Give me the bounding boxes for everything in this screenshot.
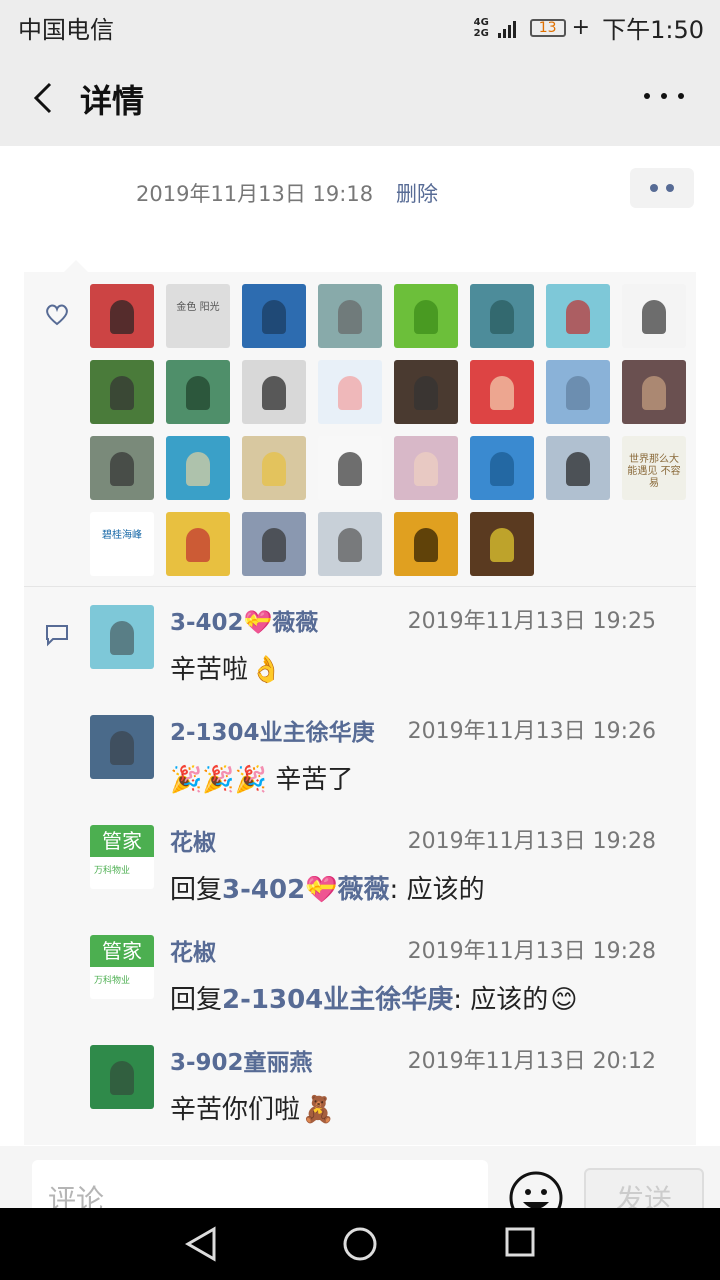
liker-avatars: 金色 阳光世界那么大 能遇见 不容易碧桂海峰 xyxy=(90,284,690,576)
delete-link[interactable]: 删除 xyxy=(396,178,438,208)
comment-body: 应该的 xyxy=(406,875,485,905)
nav-home-icon[interactable] xyxy=(342,1226,378,1262)
liker-avatar[interactable] xyxy=(242,284,306,348)
post-timestamp: 2019年11月13日 19:18 xyxy=(136,182,374,206)
post-detail: 2019年11月13日 19:18 删除 金色 阳光世界那么大 能遇见 不容易碧… xyxy=(0,146,720,1146)
liker-avatar[interactable] xyxy=(90,436,154,500)
comment-item[interactable]: 管家 万科物业 花椒 2019年11月13日 19:28 回复3-402💝薇薇: 应该的 xyxy=(90,807,690,907)
reply-separator: : xyxy=(453,985,471,1015)
comment-body: 🎉🎉🎉 辛苦了 xyxy=(170,765,354,795)
reply-to-name[interactable]: 3-402💝薇薇 xyxy=(222,875,390,905)
comment-input-bar: 评论 发送 xyxy=(0,1146,720,1208)
liker-avatar[interactable] xyxy=(546,284,610,348)
liker-avatar[interactable] xyxy=(242,512,306,576)
liker-avatar[interactable] xyxy=(546,436,610,500)
liker-avatar[interactable]: 金色 阳光 xyxy=(166,284,230,348)
commenter-name[interactable]: 花椒 xyxy=(170,933,216,967)
heart-icon xyxy=(46,304,68,326)
liker-avatar[interactable] xyxy=(318,436,382,500)
signal-icon xyxy=(497,18,516,38)
commenter-name[interactable]: 3-402💝薇薇 xyxy=(170,603,318,637)
commenter-name[interactable]: 3-902童丽燕 xyxy=(170,1043,313,1077)
charging-icon: + xyxy=(571,15,591,40)
commenter-avatar[interactable]: 管家 万科物业 xyxy=(90,825,154,889)
liker-avatar[interactable] xyxy=(166,436,230,500)
liker-avatar[interactable] xyxy=(166,360,230,424)
reply-separator: : xyxy=(389,875,407,905)
comment-item[interactable]: 2-1304业主徐华庚 2019年11月13日 19:26 🎉🎉🎉 辛苦了 xyxy=(90,697,690,797)
nav-recents-icon[interactable] xyxy=(504,1226,536,1258)
nav-back-icon[interactable] xyxy=(184,1226,218,1262)
liker-avatar[interactable] xyxy=(318,360,382,424)
comment-icon xyxy=(46,625,68,647)
system-navigation-bar xyxy=(0,1208,720,1280)
liker-avatar[interactable] xyxy=(90,360,154,424)
emoji-icon[interactable] xyxy=(508,1170,564,1208)
comments-panel: 3-402💝薇薇 2019年11月13日 19:25 辛苦啦👌 2-1304业主徐华庚… xyxy=(24,586,696,1145)
comment-text: 回复2-1304业主徐华庚: 应该的😊 xyxy=(170,979,577,1016)
send-button[interactable]: 发送 xyxy=(584,1168,704,1208)
emoji-icon: 👌 xyxy=(250,655,283,685)
liker-avatar[interactable] xyxy=(394,284,458,348)
clock: 下午1:50 xyxy=(602,16,704,44)
comment-text: 回复3-402💝薇薇: 应该的 xyxy=(170,869,485,906)
commenter-avatar[interactable] xyxy=(90,605,154,669)
reply-to-name[interactable]: 2-1304业主徐华庚 xyxy=(222,985,453,1015)
reply-prefix: 回复 xyxy=(170,875,223,905)
comment-timestamp: 2019年11月13日 19:28 xyxy=(407,829,656,854)
liker-avatar[interactable] xyxy=(90,284,154,348)
comment-input[interactable]: 评论 xyxy=(32,1160,488,1208)
liker-avatar[interactable] xyxy=(622,360,686,424)
carrier-label: 中国电信 xyxy=(18,16,114,44)
emoji-icon: 🧸 xyxy=(302,1095,335,1125)
liker-avatar[interactable] xyxy=(318,284,382,348)
status-bar: 中国电信 4G 2G 13 + 下午1:50 xyxy=(0,0,720,50)
liker-avatar[interactable]: 世界那么大 能遇见 不容易 xyxy=(622,436,686,500)
comment-timestamp: 2019年11月13日 20:12 xyxy=(407,1049,656,1074)
like-comment-menu-button[interactable] xyxy=(630,168,694,208)
liker-avatar[interactable] xyxy=(242,436,306,500)
comment-text: 🎉🎉🎉 辛苦了 xyxy=(170,759,353,796)
likes-panel: 金色 阳光世界那么大 能遇见 不容易碧桂海峰 xyxy=(24,260,696,586)
emoji-icon: 😊 xyxy=(550,985,578,1015)
comment-item[interactable]: 3-402💝薇薇 2019年11月13日 19:25 辛苦啦👌 xyxy=(90,587,690,687)
liker-avatar[interactable] xyxy=(394,360,458,424)
liker-avatar[interactable] xyxy=(470,512,534,576)
comment-timestamp: 2019年11月13日 19:26 xyxy=(407,719,656,744)
battery-icon: 13 xyxy=(529,18,566,37)
page-title: 详情 xyxy=(80,82,145,120)
liker-avatar[interactable] xyxy=(546,360,610,424)
comment-item[interactable]: 管家 万科物业 花椒 2019年11月13日 19:28 回复2-1304业主徐华庚: … xyxy=(90,917,690,1017)
network-type-icon: 4G 2G xyxy=(473,16,489,39)
commenter-avatar[interactable] xyxy=(90,1045,154,1109)
commenter-avatar[interactable] xyxy=(90,715,154,779)
commenter-name[interactable]: 花椒 xyxy=(170,823,216,857)
liker-avatar[interactable] xyxy=(394,436,458,500)
comment-timestamp: 2019年11月13日 19:28 xyxy=(407,939,656,964)
status-icons: 4G 2G 13 + 下午1:50 xyxy=(474,10,704,45)
more-options-icon[interactable] xyxy=(644,84,684,108)
reply-prefix: 回复 xyxy=(170,985,223,1015)
liker-avatar[interactable] xyxy=(318,512,382,576)
comment-body: 应该的 xyxy=(470,985,549,1015)
liker-avatar[interactable] xyxy=(470,360,534,424)
liker-avatar[interactable] xyxy=(166,512,230,576)
liker-avatar[interactable] xyxy=(470,284,534,348)
liker-avatar[interactable]: 碧桂海峰 xyxy=(90,512,154,576)
comment-text: 辛苦你们啦🧸 xyxy=(170,1089,334,1126)
liker-avatar[interactable] xyxy=(242,360,306,424)
comment-timestamp: 2019年11月13日 19:25 xyxy=(407,609,656,634)
commenter-name[interactable]: 2-1304业主徐华庚 xyxy=(170,713,375,747)
liker-avatar[interactable] xyxy=(394,512,458,576)
top-nav-bar: 详情 xyxy=(0,50,720,147)
comment-body: 辛苦啦 xyxy=(170,655,249,685)
liker-avatar[interactable] xyxy=(622,284,686,348)
back-arrow-icon[interactable] xyxy=(26,78,66,118)
comment-text: 辛苦啦👌 xyxy=(170,649,282,686)
liker-avatar[interactable] xyxy=(470,436,534,500)
comment-body: 辛苦你们啦 xyxy=(170,1095,301,1125)
commenter-avatar[interactable]: 管家 万科物业 xyxy=(90,935,154,999)
comment-item[interactable]: 3-902童丽燕 2019年11月13日 20:12 辛苦你们啦🧸 xyxy=(90,1027,690,1127)
